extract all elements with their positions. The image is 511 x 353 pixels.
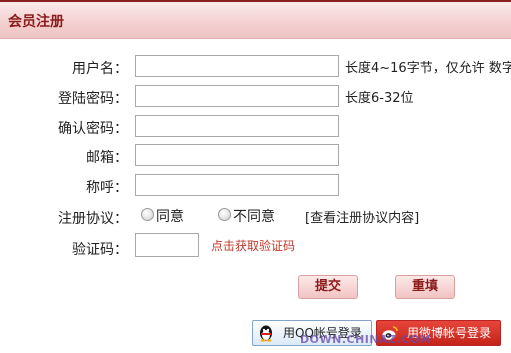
page-title: 会员注册 <box>8 14 64 30</box>
reset-button[interactable]: 重填 <box>395 275 455 299</box>
username-hint: 长度4~16字节，仅允许 数字 <box>345 61 511 76</box>
confirm-password-label: 确认密码： <box>58 121 128 137</box>
disagree-label[interactable]: 不同意 <box>233 206 275 226</box>
nickname-input[interactable] <box>135 174 339 196</box>
username-label: 用户名： <box>72 61 128 77</box>
disagree-radio[interactable] <box>218 208 231 221</box>
password-label: 登陆密码： <box>58 91 128 107</box>
username-input[interactable] <box>135 55 339 77</box>
nickname-label: 称呼： <box>86 180 128 196</box>
captcha-label: 验证码： <box>72 242 128 258</box>
submit-button[interactable]: 提交 <box>298 275 358 299</box>
agree-radio[interactable] <box>141 208 154 221</box>
section-header: 会员注册 <box>0 2 511 39</box>
agree-label[interactable]: 同意 <box>156 206 184 226</box>
password-input[interactable] <box>135 85 339 107</box>
email-label: 邮箱： <box>86 150 128 166</box>
watermark: DOWN.CHINAZ.COM <box>300 333 432 346</box>
get-captcha-link[interactable]: 点击获取验证码 <box>211 237 295 254</box>
qq-penguin-icon <box>256 324 276 342</box>
confirm-password-input[interactable] <box>135 115 339 137</box>
agreement-label: 注册协议： <box>58 211 128 227</box>
email-input[interactable] <box>135 144 339 166</box>
password-hint: 长度6-32位 <box>345 91 414 106</box>
captcha-input[interactable] <box>135 233 199 257</box>
view-terms-link[interactable]: [查看注册协议内容] <box>305 207 419 226</box>
